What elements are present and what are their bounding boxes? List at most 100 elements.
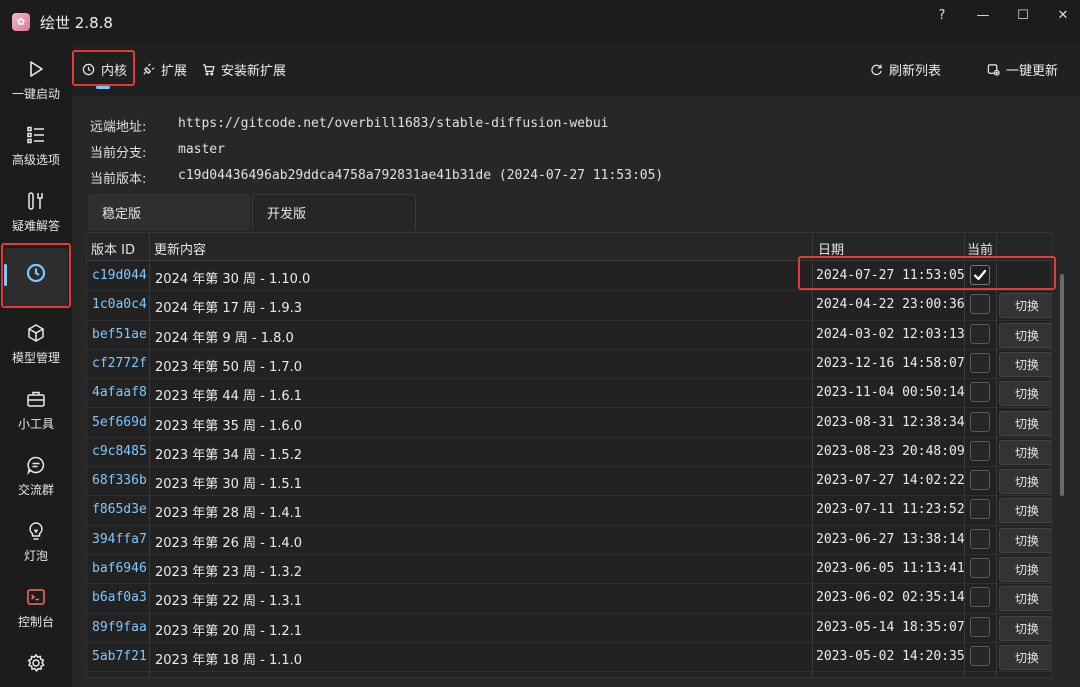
- one-click-update-label: 一键更新: [1006, 64, 1059, 79]
- version-description: 2023 年第 28 周 - 1.4.1: [155, 506, 303, 522]
- sidebar-item-settings[interactable]: [0, 646, 72, 687]
- switch-version-button[interactable]: 切换: [999, 557, 1051, 582]
- table-row[interactable]: 4afaaf8 2023 年第 44 周 - 1.6.1 2023-11-04 00…: [87, 379, 1051, 409]
- version-description: 2023 年第 34 周 - 1.5.2: [155, 447, 303, 463]
- sidebar-item-console[interactable]: 控制台: [0, 580, 72, 636]
- minimize-button[interactable]: —: [968, 4, 998, 26]
- version-date: 2023-07-11 11:23:52: [816, 502, 965, 518]
- terminal-icon: [25, 586, 47, 608]
- plug-icon: [143, 63, 155, 75]
- tab-stable[interactable]: 稳定版: [88, 194, 250, 230]
- sidebar-item-advanced[interactable]: 高级选项: [0, 118, 72, 174]
- version-description: 2023 年第 26 周 - 1.4.0: [155, 535, 303, 551]
- highlight-box-current-version: [798, 256, 1056, 290]
- cube-icon: [25, 322, 47, 344]
- table-row[interactable]: cf2772f 2023 年第 50 周 - 1.7.0 2023-12-16 14…: [87, 350, 1051, 380]
- sidebar-item-community[interactable]: 交流群: [0, 448, 72, 504]
- sidebar-item-label: 一键启动: [11, 87, 60, 101]
- close-button[interactable]: ✕: [1048, 4, 1078, 26]
- sidebar-item-troubleshoot[interactable]: 疑难解答: [0, 184, 72, 240]
- sidebar-item-bulb[interactable]: 灯泡: [0, 514, 72, 570]
- version-id: 5ab7f21: [92, 648, 147, 664]
- switch-version-button[interactable]: 切换: [999, 439, 1051, 465]
- one-click-update-button[interactable]: 一键更新: [987, 60, 1058, 79]
- current-checkbox: [970, 616, 990, 637]
- switch-version-button[interactable]: 切换: [999, 527, 1051, 553]
- version-description: 2023 年第 44 周 - 1.6.1: [155, 389, 303, 405]
- version-description: 2023 年第 30 周 - 1.5.1: [155, 477, 303, 493]
- refresh-list-button[interactable]: 刷新列表: [870, 60, 941, 79]
- version-description: 2023 年第 50 周 - 1.7.0: [155, 359, 303, 375]
- switch-version-button[interactable]: 切换: [999, 381, 1051, 407]
- version-date: 2023-07-27 14:02:22: [816, 473, 965, 489]
- version-id: f865d3e: [92, 502, 147, 518]
- update-icon: [987, 64, 1000, 76]
- table-row[interactable]: 5ab7f21 2023 年第 18 周 - 1.1.0 2023-05-02 14…: [87, 643, 1051, 673]
- version-description: 2023 年第 35 周 - 1.6.0: [155, 418, 303, 434]
- table-row[interactable]: f865d3e 2023 年第 28 周 - 1.4.1 2023-07-11 11…: [87, 496, 1051, 526]
- column-header-content[interactable]: 更新内容: [154, 239, 206, 258]
- settings-icon: [25, 652, 47, 674]
- version-label: 当前版本:: [90, 172, 147, 187]
- table-row[interactable]: 89f9faa 2023 年第 20 周 - 1.2.1 2023-05-14 18…: [87, 614, 1051, 643]
- version-date: 2023-06-02 02:35:14: [816, 590, 965, 606]
- current-checkbox: [970, 587, 990, 608]
- current-checkbox: [970, 528, 990, 549]
- version-description: 2023 年第 18 周 - 1.1.0: [155, 652, 303, 668]
- table-scrollbar[interactable]: [1060, 274, 1064, 496]
- table-row[interactable]: 1c0a0c4 2024 年第 17 周 - 1.9.3 2024-04-22 23…: [87, 291, 1051, 321]
- version-description: 2023 年第 22 周 - 1.3.1: [155, 594, 303, 610]
- play-icon: [25, 58, 47, 80]
- sidebar-item-label: 控制台: [17, 615, 54, 629]
- version-date: 2023-08-23 20:48:09: [816, 443, 965, 459]
- version-id: baf6946: [92, 561, 147, 576]
- list-icon: [25, 124, 47, 146]
- table-row[interactable]: c9c8485 2023 年第 34 周 - 1.5.2 2023-08-23 20…: [87, 438, 1051, 468]
- maximize-button[interactable]: ☐: [1008, 4, 1038, 26]
- sidebar-item-label: 模型管理: [11, 351, 60, 365]
- switch-version-button[interactable]: 切换: [999, 615, 1051, 641]
- current-checkbox: [970, 382, 990, 403]
- sidebar-item-models[interactable]: 模型管理: [0, 316, 72, 372]
- sidebar-item-label: 灯泡: [23, 549, 48, 563]
- table-row[interactable]: 5ef669d 2023 年第 35 周 - 1.6.0 2023-08-31 12…: [87, 409, 1051, 438]
- sidebar-item-launch[interactable]: 一键启动: [0, 52, 72, 108]
- tools-icon: [25, 190, 47, 212]
- switch-version-button[interactable]: 切换: [999, 644, 1051, 670]
- column-header-id[interactable]: 版本 ID: [91, 239, 135, 258]
- switch-version-button[interactable]: 切换: [999, 410, 1051, 436]
- help-button[interactable]: ?: [927, 4, 957, 26]
- current-checkbox: [970, 323, 990, 344]
- table-row[interactable]: 68f336b 2023 年第 30 周 - 1.5.1 2023-07-27 14…: [87, 467, 1051, 497]
- table-row[interactable]: baf6946 2023 年第 23 周 - 1.3.2 2023-06-05 11…: [87, 555, 1051, 585]
- version-date: 2023-08-31 12:38:34: [816, 414, 965, 430]
- app-title: 绘世 2.8.8: [40, 14, 113, 32]
- sidebar-item-label: 高级选项: [11, 153, 60, 167]
- sidebar: 一键启动 高级选项 疑难解答 模型管理 小工具 交流群 灯泡 控制台: [0, 44, 72, 687]
- switch-version-button[interactable]: 切换: [999, 322, 1051, 348]
- version-id: 4afaaf8: [92, 385, 147, 401]
- version-date: 2023-05-14 18:35:07: [816, 619, 965, 635]
- version-value: c19d04436496ab29ddca4758a792831ae41b31de…: [178, 168, 664, 183]
- switch-version-button[interactable]: 切换: [999, 498, 1051, 524]
- version-date: 2024-03-02 12:03:13: [816, 326, 965, 342]
- switch-version-button[interactable]: 切换: [999, 586, 1051, 612]
- version-id: bef51ae: [92, 326, 147, 342]
- version-description: 2024 年第 30 周 - 1.10.0: [155, 272, 311, 287]
- toolbar: 内核 扩展 安装新扩展 刷新列表 一键更新: [72, 44, 1080, 96]
- version-id: 394ffa7: [92, 531, 147, 547]
- version-id: 68f336b: [92, 473, 147, 489]
- tab-extensions[interactable]: 扩展: [142, 60, 187, 79]
- table-row[interactable]: b6af0a3 2023 年第 22 周 - 1.3.1 2023-06-02 02…: [87, 584, 1051, 614]
- switch-version-button[interactable]: 切换: [999, 351, 1051, 377]
- chat-icon: [25, 454, 47, 476]
- switch-version-button[interactable]: 切换: [999, 469, 1051, 495]
- switch-version-button[interactable]: 切换: [999, 293, 1051, 319]
- table-row[interactable]: bef51ae 2024 年第 9 周 - 1.8.0 2024-03-02 12:…: [87, 321, 1051, 350]
- tab-install-extension[interactable]: 安装新扩展: [202, 60, 286, 79]
- tab-dev[interactable]: 开发版: [252, 194, 416, 230]
- version-id: c19d044: [92, 268, 147, 283]
- sidebar-item-tools[interactable]: 小工具: [0, 382, 72, 438]
- table-row[interactable]: 394ffa7 2023 年第 26 周 - 1.4.0 2023-06-27 13…: [87, 526, 1051, 555]
- version-id: b6af0a3: [92, 590, 147, 606]
